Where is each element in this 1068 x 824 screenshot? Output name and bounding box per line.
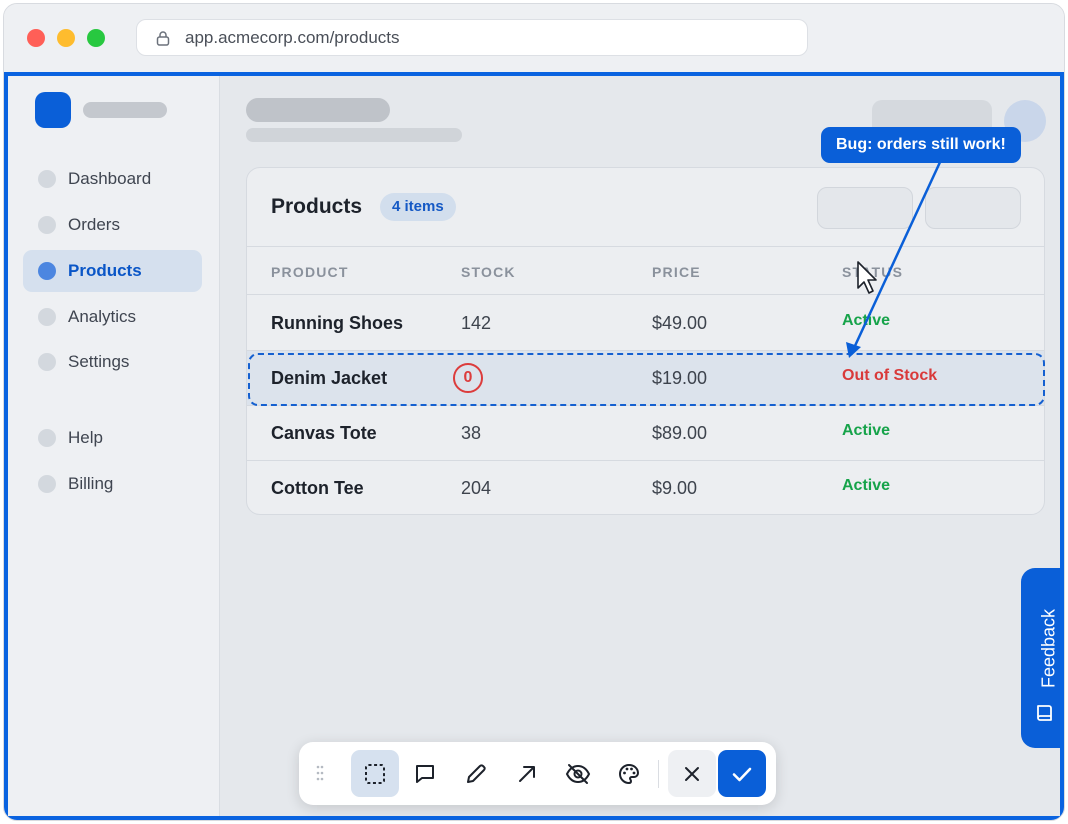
table-header: PRODUCT STOCK PRICE STATUS	[247, 248, 1044, 295]
products-card: Products 4 items PRODUCT STOCK PRICE STA…	[246, 167, 1045, 515]
table-row[interactable]: Cotton Tee 204 $9.00 Active	[247, 461, 1044, 514]
sidebar-item-label: Analytics	[68, 307, 137, 326]
stock-value: 142	[461, 313, 492, 333]
product-name: Running Shoes	[271, 313, 403, 333]
sidebar-item-products[interactable]: Products	[23, 250, 202, 292]
browser-window: app.acmecorp.com/products Dashboard Orde…	[3, 3, 1065, 821]
help-icon	[38, 429, 56, 447]
check-icon	[732, 767, 752, 781]
column-header-status[interactable]: STATUS	[842, 264, 903, 280]
address-bar[interactable]: app.acmecorp.com/products	[136, 19, 808, 56]
table-row[interactable]: Running Shoes 142 $49.00 Active	[247, 296, 1044, 351]
speech-bubble-icon	[416, 764, 434, 783]
card-header: Products 4 items	[247, 168, 1044, 247]
palette-icon	[619, 763, 639, 784]
annotation-callout[interactable]: Bug: orders still work!	[821, 127, 1021, 163]
status-badge: Active	[842, 312, 891, 329]
comment-button[interactable]	[401, 750, 449, 797]
column-header-price[interactable]: PRICE	[652, 264, 701, 280]
price-value: $9.00	[652, 478, 698, 498]
lock-icon	[155, 30, 171, 46]
confirm-button[interactable]	[718, 750, 766, 797]
sidebar-item-billing[interactable]: Billing	[23, 463, 202, 505]
analytics-icon	[38, 308, 56, 326]
toolbar-divider	[658, 760, 659, 788]
annotation-toolbar	[299, 742, 776, 805]
dashboard-icon	[38, 170, 56, 188]
sidebar-item-settings[interactable]: Settings	[23, 341, 202, 383]
hide-button[interactable]	[554, 750, 602, 797]
eye-off-icon	[565, 763, 591, 784]
page-subtitle-placeholder	[246, 128, 462, 142]
sidebar-item-label: Products	[68, 261, 142, 280]
stock-value: 204	[461, 478, 492, 498]
arrow-button[interactable]	[503, 750, 551, 797]
orders-icon	[38, 216, 56, 234]
select-region-button[interactable]	[351, 750, 399, 797]
cancel-button[interactable]	[668, 750, 716, 797]
price-value: $49.00	[652, 313, 708, 333]
color-button[interactable]	[605, 750, 653, 797]
price-value: $89.00	[652, 423, 708, 443]
card-action-button-1[interactable]	[817, 187, 913, 229]
pencil-icon	[467, 763, 486, 783]
card-action-button-2[interactable]	[925, 187, 1021, 229]
maximize-window-button[interactable]	[87, 29, 105, 47]
dashed-rect-icon	[365, 763, 385, 784]
sidebar-item-label: Billing	[68, 474, 114, 493]
status-badge: Active	[842, 422, 891, 439]
close-icon	[685, 766, 699, 781]
page-title-placeholder	[246, 98, 390, 122]
sidebar-item-label: Dashboard	[68, 169, 152, 188]
close-window-button[interactable]	[27, 29, 45, 47]
table-row[interactable]: Canvas Tote 38 $89.00 Active	[247, 406, 1044, 461]
products-icon	[38, 262, 56, 280]
sidebar-item-help[interactable]: Help	[23, 417, 202, 459]
product-name: Denim Jacket	[271, 368, 388, 388]
billing-icon	[38, 475, 56, 493]
drag-handle-icon[interactable]	[315, 764, 325, 782]
sidebar-item-analytics[interactable]: Analytics	[23, 296, 202, 338]
status-badge: Active	[842, 477, 891, 494]
sidebar-item-label: Settings	[68, 352, 130, 371]
settings-icon	[38, 353, 56, 371]
table-row-selected[interactable]: Denim Jacket 0 $19.00 Out of Stock	[247, 351, 1044, 406]
main-content: Products 4 items PRODUCT STOCK PRICE STA…	[221, 76, 1060, 816]
app-viewport: Dashboard Orders Products Analytics Sett…	[4, 72, 1064, 820]
arrow-icon	[519, 765, 535, 782]
url-text: app.acmecorp.com/products	[185, 27, 400, 47]
status-badge: Out of Stock	[842, 367, 938, 384]
app-logo[interactable]	[35, 92, 71, 128]
card-title: Products	[271, 195, 363, 218]
item-count-badge: 4 items	[380, 193, 456, 221]
column-header-stock[interactable]: STOCK	[461, 264, 516, 280]
stock-value-highlighted: 0	[453, 363, 483, 393]
column-header-product[interactable]: PRODUCT	[271, 264, 349, 280]
sidebar-item-dashboard[interactable]: Dashboard	[23, 158, 202, 200]
stock-value: 38	[461, 423, 482, 443]
draw-button[interactable]	[452, 750, 500, 797]
sidebar-item-label: Help	[68, 428, 103, 447]
minimize-window-button[interactable]	[57, 29, 75, 47]
price-value: $19.00	[652, 368, 708, 388]
product-name: Cotton Tee	[271, 478, 364, 498]
feedback-tab[interactable]: Feedback	[1021, 568, 1060, 748]
sidebar-item-label: Orders	[68, 215, 120, 234]
app-name-placeholder	[83, 102, 167, 118]
book-icon	[1034, 702, 1056, 724]
product-name: Canvas Tote	[271, 423, 377, 443]
browser-titlebar: app.acmecorp.com/products	[4, 4, 1064, 72]
feedback-label: Feedback	[1038, 608, 1059, 689]
sidebar: Dashboard Orders Products Analytics Sett…	[8, 76, 220, 816]
sidebar-item-orders[interactable]: Orders	[23, 204, 202, 246]
